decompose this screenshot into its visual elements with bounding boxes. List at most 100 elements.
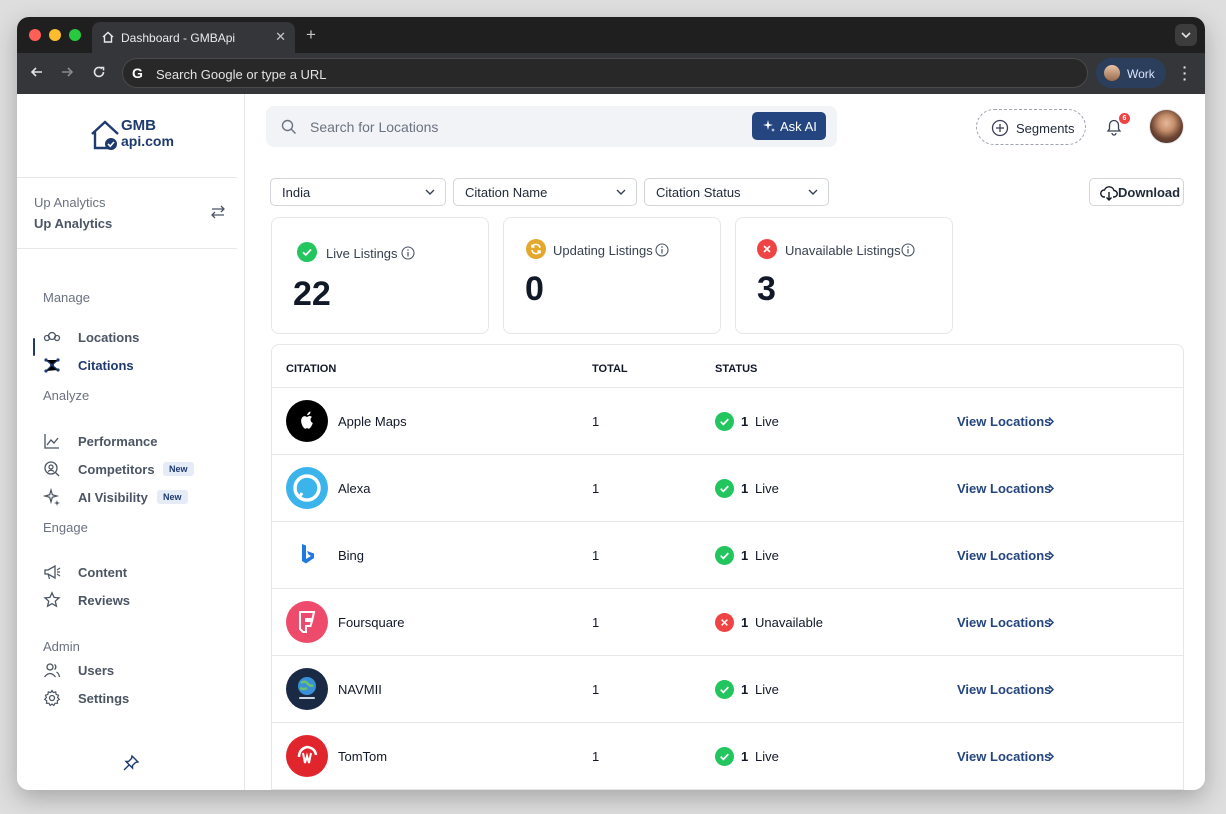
sidebar-item-settings[interactable]: Settings bbox=[43, 687, 233, 711]
profile-label: Work bbox=[1127, 67, 1155, 81]
tomtom-logo bbox=[286, 735, 328, 777]
sidebar-item-users[interactable]: Users bbox=[43, 659, 233, 683]
sidebar-item-performance[interactable]: Performance bbox=[43, 430, 233, 454]
info-icon[interactable] bbox=[901, 243, 915, 257]
sidebar-item-citations[interactable]: Citations bbox=[43, 354, 233, 378]
navmii-logo bbox=[286, 668, 328, 710]
download-button[interactable]: Download bbox=[1089, 178, 1184, 206]
country-dropdown[interactable]: India bbox=[270, 178, 446, 206]
table-row: Bing 1 1 Live View Locations bbox=[272, 521, 1183, 588]
info-icon[interactable] bbox=[401, 246, 415, 260]
browser-window: Dashboard - GMBApi ✕ + G Search Google o… bbox=[17, 17, 1205, 790]
network-icon bbox=[44, 358, 60, 373]
unavailable-listings-card: Unavailable Listings 3 bbox=[735, 217, 953, 334]
column-header-status: STATUS bbox=[715, 363, 758, 375]
citation-total: 1 bbox=[592, 682, 600, 697]
tab-search-button[interactable] bbox=[1175, 24, 1197, 46]
check-circle-icon bbox=[715, 546, 734, 565]
address-bar[interactable]: G Search Google or type a URL bbox=[122, 58, 1088, 88]
chevron-right-icon[interactable] bbox=[1047, 617, 1055, 628]
sidebar-item-ai-visibility[interactable]: AI Visibility New bbox=[43, 486, 233, 510]
citation-name: Bing bbox=[338, 548, 365, 563]
citation-name: TomTom bbox=[338, 749, 388, 764]
ask-ai-button[interactable]: Ask AI bbox=[752, 112, 826, 140]
view-locations-link[interactable]: View Locations bbox=[957, 414, 1051, 429]
citation-total: 1 bbox=[592, 749, 600, 764]
house-check-icon bbox=[91, 120, 119, 150]
status-text: Live bbox=[755, 682, 779, 697]
sidebar-item-locations[interactable]: Locations bbox=[43, 326, 233, 350]
sidebar-item-label: AI Visibility bbox=[78, 490, 148, 505]
view-locations-link[interactable]: View Locations bbox=[957, 749, 1051, 764]
citation-total: 1 bbox=[592, 615, 600, 630]
sidebar-item-competitors[interactable]: Competitors New bbox=[43, 458, 233, 482]
ask-ai-label: Ask AI bbox=[780, 119, 817, 134]
google-icon: G bbox=[132, 65, 143, 81]
view-locations-link[interactable]: View Locations bbox=[957, 682, 1051, 697]
back-icon[interactable] bbox=[29, 64, 45, 80]
browser-tab[interactable]: Dashboard - GMBApi ✕ bbox=[92, 22, 295, 53]
new-badge: New bbox=[163, 462, 194, 476]
citation-name-dropdown[interactable]: Citation Name bbox=[453, 178, 637, 206]
sidebar-item-label: Competitors bbox=[78, 462, 155, 477]
view-locations-link[interactable]: View Locations bbox=[957, 548, 1051, 563]
reload-icon[interactable] bbox=[91, 64, 107, 80]
swap-arrows-icon[interactable] bbox=[210, 204, 226, 220]
home-icon bbox=[102, 31, 114, 43]
profile-button[interactable]: Work bbox=[1096, 58, 1166, 88]
updating-listings-value: 0 bbox=[525, 270, 544, 308]
chevron-right-icon[interactable] bbox=[1047, 751, 1055, 762]
forward-icon[interactable] bbox=[59, 64, 75, 80]
chevron-right-icon[interactable] bbox=[1047, 483, 1055, 494]
search-input[interactable]: Search for Locations Ask AI bbox=[266, 106, 837, 147]
citation-total: 1 bbox=[592, 548, 600, 563]
logo-text-top: GMB bbox=[121, 117, 156, 134]
zoom-window-button[interactable] bbox=[69, 29, 81, 41]
gear-icon bbox=[43, 689, 61, 707]
chevron-right-icon[interactable] bbox=[1047, 684, 1055, 695]
chevron-right-icon[interactable] bbox=[1047, 416, 1055, 427]
citation-name: Apple Maps bbox=[338, 414, 407, 429]
sidebar-item-label: Settings bbox=[78, 691, 130, 706]
gmbapi-logo[interactable]: GMB api.com bbox=[89, 116, 185, 158]
table-row: Foursquare 1 1 Unavailable View Location… bbox=[272, 588, 1183, 655]
sidebar-item-label: Performance bbox=[78, 434, 158, 449]
section-analyze: Analyze bbox=[43, 388, 90, 403]
notification-badge: 6 bbox=[1119, 113, 1130, 124]
updating-listings-card: Updating Listings 0 bbox=[503, 217, 721, 334]
foursquare-logo bbox=[286, 601, 328, 643]
country-value: India bbox=[282, 185, 311, 200]
user-avatar[interactable] bbox=[1149, 109, 1184, 144]
table-row: Apple Maps 1 1 Live View Locations bbox=[272, 387, 1183, 454]
browser-toolbar: G Search Google or type a URL Work · · · bbox=[17, 53, 1205, 94]
status-text: Live bbox=[755, 414, 779, 429]
minimize-window-button[interactable] bbox=[49, 29, 61, 41]
chevron-right-icon[interactable] bbox=[1047, 550, 1055, 561]
view-locations-link[interactable]: View Locations bbox=[957, 481, 1051, 496]
check-circle-icon bbox=[715, 747, 734, 766]
browser-menu-icon[interactable]: · · · bbox=[1180, 60, 1190, 86]
segments-button[interactable]: Segments bbox=[976, 109, 1086, 145]
x-circle-icon bbox=[715, 613, 734, 632]
sidebar-item-reviews[interactable]: Reviews bbox=[43, 589, 233, 613]
updating-listings-label: Updating Listings bbox=[553, 243, 653, 258]
column-header-total: TOTAL bbox=[592, 363, 628, 375]
info-icon[interactable] bbox=[655, 243, 669, 257]
citation-status-dropdown[interactable]: Citation Status bbox=[644, 178, 829, 206]
account-org: Up Analytics bbox=[34, 195, 106, 210]
pin-icon[interactable] bbox=[122, 754, 140, 772]
close-window-button[interactable] bbox=[29, 29, 41, 41]
citations-table: CITATION TOTAL STATUS Apple Maps 1 1 Liv… bbox=[271, 344, 1184, 790]
sidebar-item-label: Content bbox=[78, 565, 128, 580]
users-icon bbox=[43, 663, 61, 678]
column-header-citation: CITATION bbox=[286, 363, 337, 375]
x-circle-icon bbox=[757, 239, 777, 259]
chevron-down-icon bbox=[1181, 32, 1191, 39]
section-engage: Engage bbox=[43, 520, 88, 535]
line-chart-icon bbox=[44, 434, 59, 449]
close-tab-icon[interactable]: ✕ bbox=[275, 29, 286, 45]
status-text: Unavailable bbox=[755, 615, 823, 630]
sidebar-item-content[interactable]: Content bbox=[43, 561, 233, 585]
view-locations-link[interactable]: View Locations bbox=[957, 615, 1051, 630]
new-tab-button[interactable]: + bbox=[306, 25, 316, 45]
